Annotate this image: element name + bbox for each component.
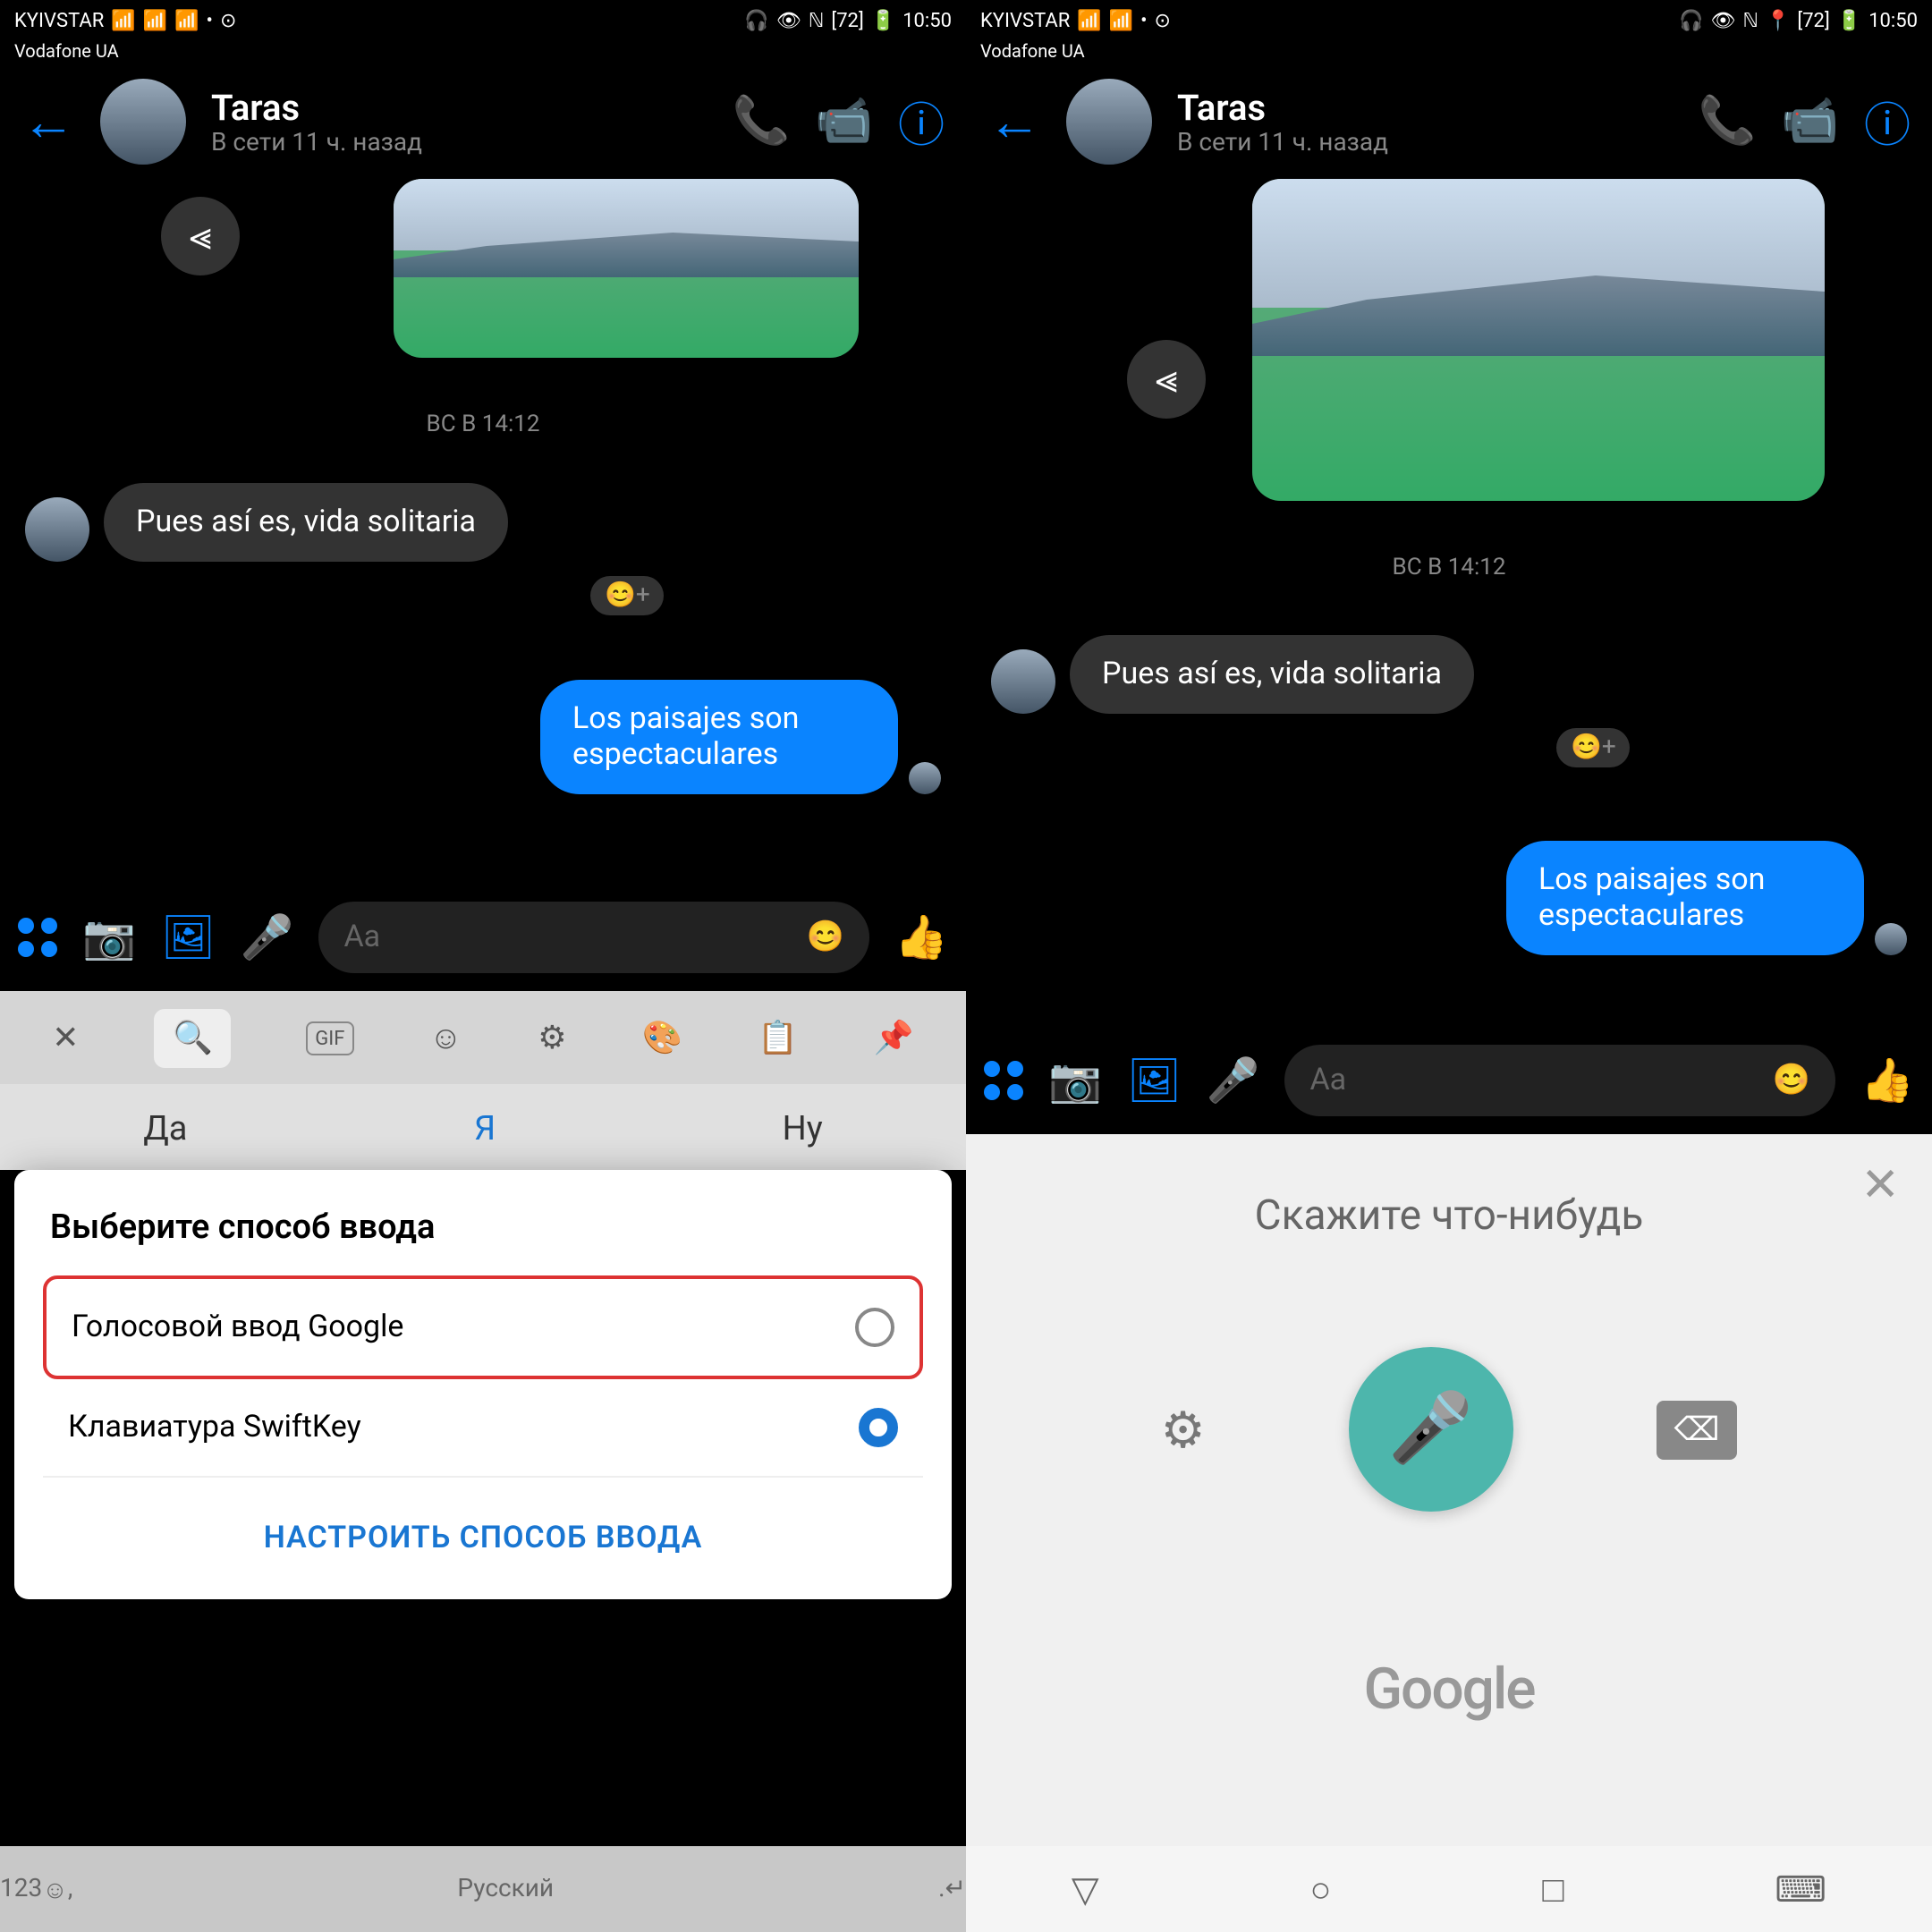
backspace-icon[interactable]: ⌫: [1657, 1400, 1738, 1459]
status-bar: KYIVSTAR📶📶📶•⊙ 🎧👁ℕ[72]🔋10:50: [0, 0, 966, 39]
timestamp: ВС В 14:12: [0, 411, 966, 438]
input-method-modal: Выберите способ ввода Голосовой ввод Goo…: [14, 1170, 952, 1599]
camera-icon[interactable]: 📷: [82, 912, 136, 962]
suggestion-1[interactable]: Да: [143, 1106, 187, 1148]
search-icon[interactable]: 🔍: [155, 1008, 231, 1067]
seen-avatar: [1875, 923, 1907, 955]
avatar[interactable]: [100, 79, 186, 165]
gear-icon[interactable]: ⚙: [1160, 1400, 1205, 1459]
keyboard-bottom: 123☺,Русский.↵: [0, 1846, 966, 1932]
nav-keyboard-icon[interactable]: ⌨: [1775, 1868, 1826, 1911]
gallery-icon[interactable]: 🖼: [161, 912, 216, 962]
reaction-badge[interactable]: 😊+: [590, 576, 665, 615]
image-message[interactable]: [394, 179, 859, 358]
call-icon[interactable]: 📞: [1698, 95, 1756, 148]
back-icon[interactable]: ←: [21, 90, 75, 153]
contact-status: В сети 11 ч. назад: [1177, 129, 1673, 157]
input-bar: 📷 🖼 🎤 Aa😊 👍: [0, 884, 966, 991]
share-icon[interactable]: ⪡: [161, 197, 240, 275]
gallery-icon[interactable]: 🖼: [1127, 1055, 1182, 1106]
mic-icon[interactable]: 🎤: [241, 912, 294, 962]
nav-back-icon[interactable]: ▽: [1072, 1868, 1099, 1911]
google-logo: Google: [1363, 1655, 1534, 1723]
voice-input-panel: ✕ Скажите что-нибудь ⚙ 🎤 ⌫ Google: [966, 1134, 1932, 1932]
nav-home-icon[interactable]: ○: [1309, 1867, 1331, 1911]
apps-icon[interactable]: [18, 918, 57, 957]
sender-avatar[interactable]: [991, 649, 1055, 714]
pin-icon[interactable]: 📌: [874, 1019, 914, 1056]
video-icon[interactable]: 📹: [815, 95, 873, 148]
seen-avatar: [909, 762, 941, 794]
contact-name: Taras: [211, 86, 707, 129]
close-kb-icon[interactable]: ✕: [52, 1019, 79, 1056]
status-bar-2: Vodafone UA: [0, 39, 966, 64]
reaction-badge[interactable]: 😊+: [1556, 728, 1631, 767]
like-icon[interactable]: 👍: [1860, 1055, 1914, 1106]
status-bar: KYIVSTAR📶📶•⊙ 🎧👁ℕ📍[72]🔋10:50: [966, 0, 1932, 39]
option-google-voice[interactable]: Голосовой ввод Google: [43, 1275, 923, 1379]
status-bar-2: Vodafone UA: [966, 39, 1932, 64]
gif-icon[interactable]: GIF: [306, 1021, 353, 1055]
close-icon[interactable]: ✕: [1860, 1159, 1900, 1213]
video-icon[interactable]: 📹: [1781, 95, 1839, 148]
call-icon[interactable]: 📞: [732, 95, 790, 148]
voice-prompt: Скажите что-нибудь: [1255, 1191, 1644, 1240]
text-input[interactable]: Aa😊: [319, 902, 870, 973]
image-message[interactable]: [1252, 179, 1825, 501]
suggestion-2[interactable]: Я: [474, 1106, 496, 1148]
mic-icon[interactable]: 🎤: [1207, 1055, 1260, 1106]
timestamp: ВС В 14:12: [966, 555, 1932, 581]
nav-bar: ▽ ○ □ ⌨: [966, 1846, 1932, 1932]
input-bar: 📷 🖼 🎤 Aa😊 👍: [966, 1027, 1932, 1134]
message-in[interactable]: Pues así es, vida solitaria: [991, 635, 1474, 714]
voice-mic-button[interactable]: 🎤: [1349, 1347, 1513, 1512]
sender-avatar[interactable]: [25, 497, 89, 562]
settings-icon[interactable]: ⚙: [538, 1019, 566, 1056]
message-out[interactable]: Los paisajes son espectaculares: [1506, 841, 1907, 955]
message-out[interactable]: Los paisajes son espectaculares: [540, 680, 941, 794]
share-icon[interactable]: ⪡: [1127, 340, 1206, 419]
nav-recent-icon[interactable]: □: [1542, 1867, 1563, 1911]
keyboard-toolbar: ✕ 🔍 GIF ☺ ⚙ 🎨 📋 📌: [0, 991, 966, 1084]
text-input[interactable]: Aa😊: [1285, 1045, 1836, 1116]
sticker-icon[interactable]: ☺: [429, 1019, 462, 1056]
configure-button[interactable]: НАСТРОИТЬ СПОСОБ ВВОДА: [14, 1478, 952, 1599]
modal-title: Выберите способ ввода: [14, 1170, 952, 1275]
info-icon[interactable]: ⓘ: [898, 89, 945, 155]
chat-header: ← TarasВ сети 11 ч. назад 📞 📹 ⓘ: [0, 64, 966, 179]
option-swiftkey[interactable]: Клавиатура SwiftKey: [43, 1379, 923, 1478]
contact-name: Taras: [1177, 86, 1673, 129]
camera-icon[interactable]: 📷: [1048, 1055, 1102, 1106]
theme-icon[interactable]: 🎨: [642, 1019, 682, 1056]
contact-status: В сети 11 ч. назад: [211, 129, 707, 157]
like-icon[interactable]: 👍: [894, 912, 948, 962]
clipboard-icon[interactable]: 📋: [758, 1019, 798, 1056]
suggestion-3[interactable]: Ну: [783, 1106, 823, 1148]
message-in[interactable]: Pues así es, vida solitaria: [25, 483, 508, 562]
chat-header: ← TarasВ сети 11 ч. назад 📞 📹 ⓘ: [966, 64, 1932, 179]
suggestions: Да Я Ну: [0, 1084, 966, 1170]
back-icon[interactable]: ←: [987, 90, 1041, 153]
avatar[interactable]: [1066, 79, 1152, 165]
apps-icon[interactable]: [984, 1061, 1023, 1100]
info-icon[interactable]: ⓘ: [1864, 89, 1911, 155]
